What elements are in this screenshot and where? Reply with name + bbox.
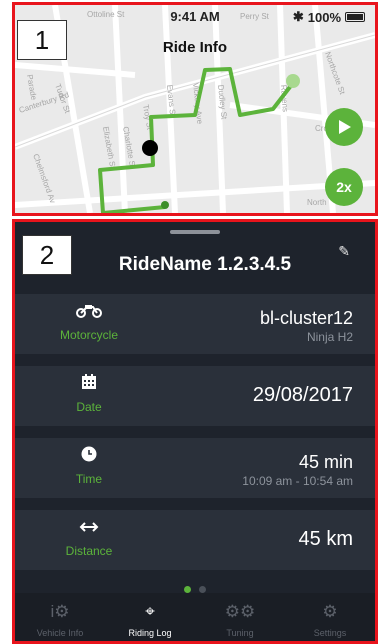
status-bar: 9:41 AM ✱ 100% [15,9,375,27]
tab-bar: i⚙ Vehicle Info ⌖ Riding Log ⚙⚙ Tuning ⚙… [15,593,375,641]
play-icon [339,120,351,134]
gears-icon: ⚙⚙ [224,602,256,621]
current-position-marker [142,140,158,156]
distance-row[interactable]: Distance 45 km [15,510,375,570]
motorcycle-icon [45,302,133,323]
arrows-horizontal-icon [45,518,133,539]
time-label: Time [75,472,103,486]
map-canvas: Ottoline St Perry St Northcote St Canter… [15,5,375,213]
page-title: Ride Info [162,39,228,56]
tab-vehicle-info[interactable]: i⚙ Vehicle Info [15,593,105,641]
motorcycle-model: Ninja H2 [306,330,353,344]
tab-label: Riding Log [128,628,172,638]
time-range: 10:09 am - 10:54 am [242,474,353,488]
pencil-icon[interactable]: ✎ [338,243,350,260]
callout-label-1: 1 [17,20,67,60]
tab-label: Tuning [226,628,254,638]
clock-icon [45,446,133,467]
date-label: Date [76,400,102,414]
duration-value: 45 min [298,452,353,472]
page-dot[interactable] [199,586,206,593]
date-value: 29/08/2017 [252,384,353,406]
svg-text:North: North [307,198,327,207]
play-button[interactable] [325,108,363,146]
distance-label: Distance [65,544,113,558]
route-end-dot [286,74,300,88]
tab-settings[interactable]: ⚙ Settings [285,593,375,641]
tab-riding-log[interactable]: ⌖ Riding Log [105,593,195,641]
ride-name: RideName 1.2.3.4.5 [118,254,292,275]
drag-handle[interactable] [170,230,220,234]
tab-tuning[interactable]: ⚙⚙ Tuning [195,593,285,641]
route-pin-icon: ⌖ [145,602,155,621]
callout-label-2: 2 [22,235,72,275]
page-dot-active[interactable] [184,586,191,593]
tab-label: Vehicle Info [36,628,84,638]
bluetooth-icon: ✱ [292,9,304,24]
route-start-dot [161,201,169,209]
motorcycle-info-icon: i⚙ [50,602,70,621]
time-row[interactable]: Time 45 min 10:09 am - 10:54 am [15,438,375,498]
playback-speed-button[interactable]: 2x [325,168,363,206]
battery-percent: 100% [307,9,341,25]
motorcycle-label: Motorcycle [59,328,118,342]
tab-label: Settings [313,628,347,638]
motorcycle-value: bl-cluster12 [259,308,353,328]
settings-gear-icon: ⚙ [322,602,338,621]
date-row[interactable]: Date 29/08/2017 [15,366,375,426]
ride-detail-panel: RideName 1.2.3.4.5 ✎ Motorcycle bl-clust… [12,219,378,644]
motorcycle-row[interactable]: Motorcycle bl-cluster12 Ninja H2 [15,294,375,354]
battery-icon [345,12,365,22]
page-indicator [15,586,375,593]
distance-value: 45 km [298,528,353,550]
calendar-icon [45,374,133,395]
ride-info-screen: Ottoline St Perry St Northcote St Canter… [0,0,385,644]
